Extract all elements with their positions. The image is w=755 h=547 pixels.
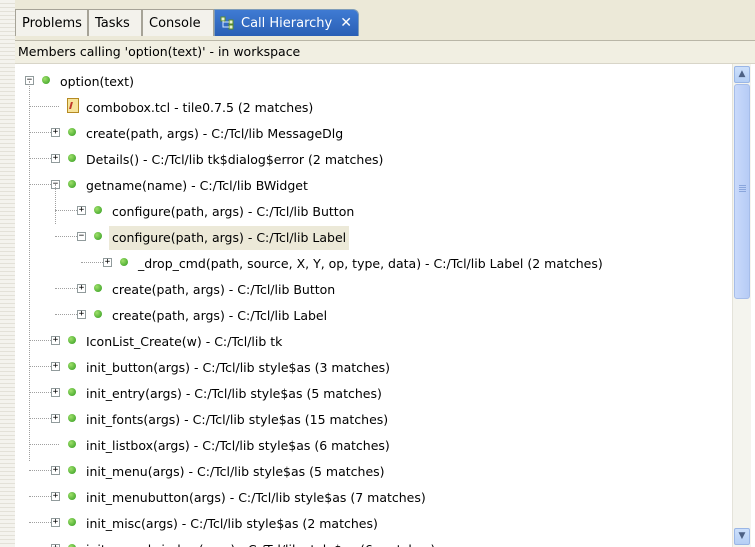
tree-item-label: configure(path, args) - C:/Tcl/lib Butto… [112,204,355,219]
tree-row[interactable]: + create(path, args) - C:/Tcl/lib Label [15,301,732,327]
vertical-scrollbar[interactable]: ▲ ▼ [732,64,751,547]
tree-row[interactable]: + configure(path, args) - C:/Tcl/lib Butt… [15,197,732,223]
expand-icon[interactable]: + [51,336,60,345]
call-hierarchy-icon [220,16,234,30]
method-icon [68,466,76,474]
tree-row[interactable]: + create(path, args) - C:/Tcl/lib Message… [15,119,732,145]
expand-icon[interactable]: + [51,128,60,137]
tree-row[interactable]: +init_panedwindow(args) - C:/Tcl/lib sty… [15,535,732,547]
tree-row[interactable]: + IconList_Create(w) - C:/Tcl/lib tk [15,327,732,353]
method-icon [68,128,76,136]
method-icon [68,388,76,396]
tree-item-label: create(path, args) - C:/Tcl/lib Button [112,282,336,297]
tree-item-label: init_listbox(args) - C:/Tcl/lib style$as… [86,438,390,453]
method-icon [120,258,128,266]
method-icon [68,154,76,162]
expand-icon[interactable]: + [51,466,60,475]
editor-gutter [0,0,15,547]
tree-row[interactable]: + Details() - C:/Tcl/lib tk$dialog$error … [15,145,732,171]
tree-item-label: init_fonts(args) - C:/Tcl/lib style$as (… [86,412,389,427]
expand-icon[interactable]: + [103,258,112,267]
method-icon [94,206,102,214]
tree-item-label: init_button(args) - C:/Tcl/lib style$as … [86,360,391,375]
method-icon [68,518,76,526]
tab-console[interactable]: Console [142,9,214,36]
collapse-icon[interactable]: − [77,232,86,241]
tree-item-label: create(path, args) - C:/Tcl/lib MessageD… [86,126,344,141]
method-icon [68,362,76,370]
expand-icon[interactable]: + [51,492,60,501]
tree-item-label: init_misc(args) - C:/Tcl/lib style$as (2… [86,516,378,531]
method-icon [42,76,50,84]
tree-row[interactable]: init_listbox(args) - C:/Tcl/lib style$as… [15,431,732,457]
tab-call-hierarchy[interactable]: Call Hierarchy ✕ [214,9,359,36]
tree-item-label: configure(path, args) - C:/Tcl/lib Label [109,226,350,250]
method-icon [94,232,102,240]
tree-item-label: Details() - C:/Tcl/lib tk$dialog$error (… [86,152,384,167]
expand-icon[interactable]: + [77,206,86,215]
expand-icon[interactable]: + [51,362,60,371]
tab-tasks[interactable]: Tasks [88,9,142,36]
tree-row[interactable]: + init_menu(args) - C:/Tcl/lib style$as (… [15,457,732,483]
tree-item-label: create(path, args) - C:/Tcl/lib Label [112,308,328,323]
method-icon [94,284,102,292]
close-icon[interactable]: ✕ [340,10,352,37]
tab-label: Call Hierarchy [241,16,333,31]
tree-item-label: option(text) [60,74,134,89]
tree-row[interactable]: + init_fonts(args) - C:/Tcl/lib style$as … [15,405,732,431]
method-icon [68,180,76,188]
tree-item-label: init_menubutton(args) - C:/Tcl/lib style… [86,490,426,505]
tree-row[interactable]: + create(path, args) - C:/Tcl/lib Button [15,275,732,301]
method-icon [94,310,102,318]
tree-row[interactable]: + init_button(args) - C:/Tcl/lib style$as… [15,353,732,379]
tab-label: Console [149,16,201,31]
tree-guide [29,81,30,461]
scrollbar-thumb[interactable] [734,84,750,299]
expand-icon[interactable]: + [77,310,86,319]
tree-item-label: init_menu(args) - C:/Tcl/lib style$as (5… [86,464,385,479]
tree-row[interactable]: + init_menubutton(args) - C:/Tcl/lib styl… [15,483,732,509]
scroll-down-icon[interactable]: ▼ [734,528,750,545]
method-icon [68,492,76,500]
tcl-file-icon [67,98,79,113]
method-icon [68,440,76,448]
tree-row[interactable]: + init_misc(args) - C:/Tcl/lib style$as (… [15,509,732,535]
expand-icon[interactable]: + [51,518,60,527]
tab-label: Tasks [95,16,130,31]
tree-row[interactable]: + init_entry(args) - C:/Tcl/lib style$as … [15,379,732,405]
view-description: Members calling 'option(text)' - in work… [15,40,755,64]
scroll-up-icon[interactable]: ▲ [734,66,750,83]
tree-row[interactable]: − getname(name) - C:/Tcl/lib BWidget [15,171,732,197]
expand-icon[interactable]: + [51,414,60,423]
tree-item-label: init_panedwindow(args) - C:/Tcl/lib styl… [83,538,438,547]
tree-item-label: getname(name) - C:/Tcl/lib BWidget [86,178,308,193]
view-tab-bar: Problems Tasks Console Call Hierarchy ✕ [15,0,755,40]
tab-problems[interactable]: Problems [15,9,88,36]
expand-icon[interactable]: + [51,154,60,163]
method-icon [68,414,76,422]
expand-icon[interactable]: + [77,284,86,293]
tree-row[interactable]: − configure(path, args) - C:/Tcl/lib Labe… [15,223,732,250]
expand-icon[interactable]: + [51,388,60,397]
tree-item-label: combobox.tcl - tile0.7.5 (2 matches) [86,100,314,115]
method-icon [68,336,76,344]
call-hierarchy-tree: − option(text) combobox.tcl - tile0.7.5 (2… [15,64,732,547]
tree-row[interactable]: − option(text) [15,67,732,93]
tree-row[interactable]: + _drop_cmd(path, source, X, Y, op, type,… [15,249,732,275]
tree-item-label: _drop_cmd(path, source, X, Y, op, type, … [138,256,603,271]
tree-item-label: init_entry(args) - C:/Tcl/lib style$as (… [86,386,382,401]
tab-label: Problems [22,16,82,31]
tree-guide [55,184,56,224]
tree-item-label: IconList_Create(w) - C:/Tcl/lib tk [86,334,283,349]
tree-row[interactable]: combobox.tcl - tile0.7.5 (2 matches) [15,93,732,119]
